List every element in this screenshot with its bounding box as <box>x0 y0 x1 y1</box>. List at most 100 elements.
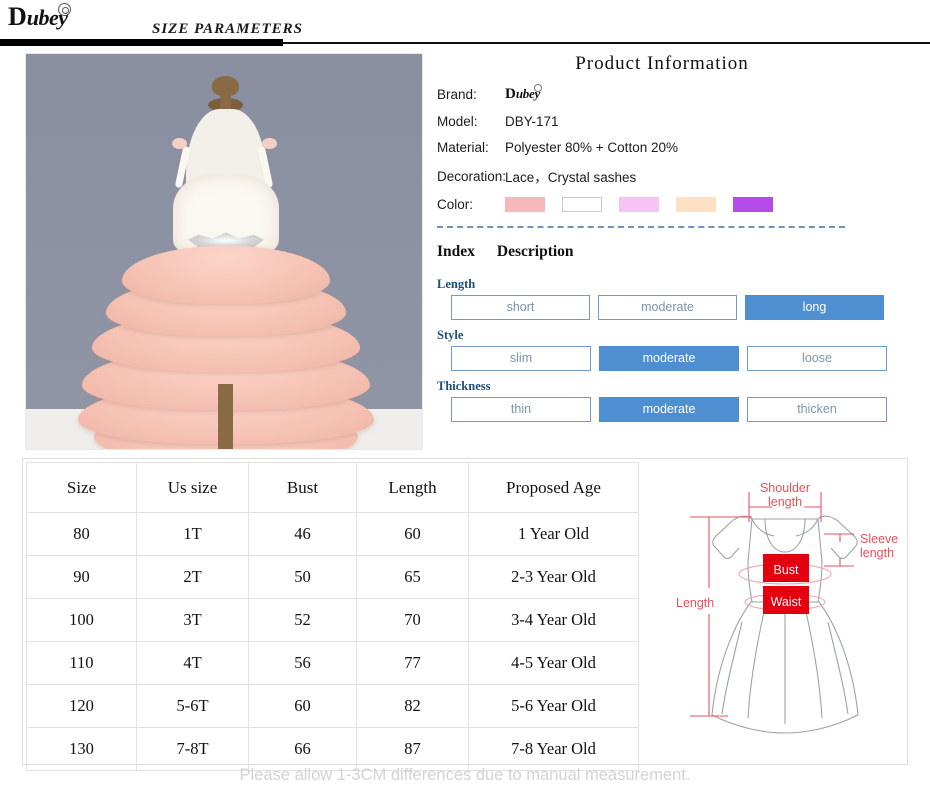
cell-proposed-age: 2-3 Year Old <box>468 555 639 599</box>
option-length-moderate[interactable]: moderate <box>598 295 737 320</box>
cell-length: 65 <box>356 555 469 599</box>
color-swatch-pink[interactable] <box>505 197 545 212</box>
table-row: 100 3T 52 70 3-4 Year Old <box>26 598 639 642</box>
cell-size: 90 <box>26 555 137 599</box>
index-description-header: Index Description <box>437 243 574 261</box>
color-swatch-peach[interactable] <box>676 197 716 212</box>
product-information-title: Product Information <box>575 53 749 74</box>
product-information-panel: Product Information Brand: Dubey Model: … <box>437 53 917 212</box>
cell-length: 70 <box>356 598 469 642</box>
label-shoulder-line2: length <box>768 495 802 509</box>
cell-bust: 46 <box>248 512 357 556</box>
size-chart-panel: Size Us size Bust Length Proposed Age 80… <box>22 458 908 771</box>
option-group-label-thickness: Thickness <box>437 379 491 393</box>
spec-label-model: Model: <box>437 114 478 129</box>
option-group-style: Style slim moderate loose <box>437 328 917 371</box>
option-thickness-thin[interactable]: thin <box>451 397 591 422</box>
column-header-bust: Bust <box>248 462 357 513</box>
cell-size: 120 <box>26 684 137 728</box>
page-header: Dubey SIZE PARAMETERS <box>0 0 930 46</box>
cell-us-size: 2T <box>136 555 249 599</box>
registered-mark-icon <box>57 3 71 16</box>
option-group-thickness: Thickness thin moderate thicken <box>437 379 917 422</box>
brand-logo-inline: Dubey <box>505 84 542 103</box>
color-swatch-white[interactable] <box>562 197 602 212</box>
spec-row-model: Model: DBY-171 <box>437 114 917 129</box>
cell-bust: 50 <box>248 555 357 599</box>
cell-us-size: 4T <box>136 641 249 685</box>
column-header-us-size: Us size <box>136 462 249 513</box>
cell-bust: 56 <box>248 641 357 685</box>
header-rule-thin <box>283 42 930 44</box>
dress-outline-icon <box>711 515 859 734</box>
table-row: 80 1T 46 60 1 Year Old <box>26 512 639 556</box>
cell-length: 77 <box>356 641 469 685</box>
option-length-short[interactable]: short <box>451 295 590 320</box>
brand-logo: Dubey <box>8 2 71 31</box>
label-shoulder-line1: Shoulder <box>760 481 810 495</box>
brand-logo-initial: D <box>8 2 27 31</box>
color-swatch-light-magenta[interactable] <box>619 197 659 212</box>
table-row: 120 5-6T 60 82 5-6 Year Old <box>26 684 639 728</box>
cell-us-size: 7-8T <box>136 727 249 771</box>
registered-mark-icon <box>533 84 542 92</box>
option-group-length: Length short moderate long <box>437 277 917 320</box>
option-thickness-thicken[interactable]: thicken <box>747 397 887 422</box>
spec-label-color: Color: <box>437 197 474 212</box>
cell-length: 60 <box>356 512 469 556</box>
spec-row-material: Material: Polyester 80% + Cotton 20% <box>437 140 917 155</box>
bust-label-box: Bust <box>763 554 809 582</box>
label-length: Length <box>676 596 714 610</box>
cell-size: 110 <box>26 641 137 685</box>
spec-row-color: Color: <box>437 197 917 212</box>
table-row: 90 2T 50 65 2-3 Year Old <box>26 555 639 599</box>
cell-proposed-age: 3-4 Year Old <box>468 598 639 642</box>
spec-row-decoration: Decoration: Lace，Crystal sashes <box>437 166 917 186</box>
skirt-tier <box>122 246 330 304</box>
label-sleeve-line1: Sleeve <box>860 532 898 546</box>
spec-value-brand: Dubey <box>505 84 917 103</box>
measurement-diagram: Shoulder length Sleeve length Length Bus… <box>668 462 904 760</box>
cell-bust: 66 <box>248 727 357 771</box>
color-swatch-list <box>505 197 917 212</box>
size-table: Size Us size Bust Length Proposed Age 80… <box>26 462 639 771</box>
spec-label-brand: Brand: <box>437 87 477 102</box>
header-rule-thick <box>0 39 283 46</box>
spec-value-model: DBY-171 <box>505 114 559 129</box>
option-group-label-length: Length <box>437 277 476 291</box>
spec-value-decoration: Lace，Crystal sashes <box>505 170 637 185</box>
table-row: 130 7-8T 66 87 7-8 Year Old <box>26 727 639 771</box>
cell-us-size: 5-6T <box>136 684 249 728</box>
cell-size: 100 <box>26 598 137 642</box>
table-header-row: Size Us size Bust Length Proposed Age <box>26 462 639 513</box>
option-style-loose[interactable]: loose <box>747 346 887 371</box>
cell-proposed-age: 4-5 Year Old <box>468 641 639 685</box>
column-header-proposed-age: Proposed Age <box>468 462 639 513</box>
spec-row-brand: Brand: Dubey <box>437 84 917 103</box>
color-swatch-purple[interactable] <box>733 197 773 212</box>
spec-label-material: Material: <box>437 140 489 155</box>
option-style-slim[interactable]: slim <box>451 346 591 371</box>
svg-text:Waist: Waist <box>771 595 802 609</box>
svg-text:Bust: Bust <box>773 563 799 577</box>
option-style-moderate[interactable]: moderate <box>599 346 739 371</box>
cell-us-size: 1T <box>136 512 249 556</box>
cell-size: 130 <box>26 727 137 771</box>
mannequin-stem <box>218 384 233 449</box>
description-label: Description <box>496 243 574 260</box>
cell-us-size: 3T <box>136 598 249 642</box>
option-group-label-style: Style <box>437 328 464 342</box>
size-parameters-page: Dubey SIZE PARAMETERS Product Informatio… <box>0 0 930 800</box>
column-header-length: Length <box>356 462 469 513</box>
spec-label-decoration: Decoration: <box>437 168 507 184</box>
waist-label-box: Waist <box>763 586 809 614</box>
dress-bow-left <box>172 138 187 149</box>
spec-value-material: Polyester 80% + Cotton 20% <box>505 140 678 155</box>
cell-bust: 52 <box>248 598 357 642</box>
option-length-long[interactable]: long <box>745 295 884 320</box>
cell-proposed-age: 1 Year Old <box>468 512 639 556</box>
option-thickness-moderate[interactable]: moderate <box>599 397 739 422</box>
brand-inline-initial: D <box>505 86 516 102</box>
cell-length: 87 <box>356 727 469 771</box>
measurement-disclaimer: Please allow 1-3CM differences due to ma… <box>239 766 691 784</box>
